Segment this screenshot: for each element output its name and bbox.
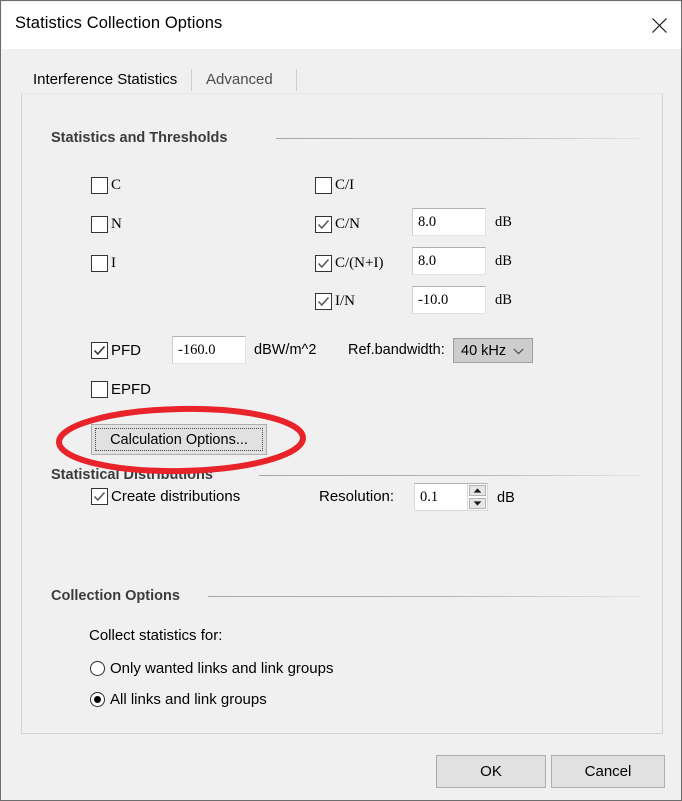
ref-bandwidth-select[interactable]: 40 kHz	[453, 338, 533, 363]
checkbox-box	[315, 255, 332, 272]
group-title-statistics-and-thresholds: Statistics and Thresholds	[51, 130, 228, 146]
window-title: Statistics Collection Options	[15, 14, 223, 32]
tab-label: Advanced	[206, 71, 273, 88]
focus-ring	[95, 428, 263, 451]
cn-threshold-input[interactable]: 8.0	[412, 208, 486, 236]
checkbox-label: PFD	[111, 342, 141, 359]
close-icon	[651, 17, 668, 34]
checkbox-i-over-n[interactable]: I/N	[315, 293, 355, 310]
checkbox-epfd[interactable]: EPFD	[91, 381, 151, 398]
tab-label: Interference Statistics	[33, 71, 178, 88]
radio-all-links[interactable]: All links and link groups	[90, 691, 267, 708]
ref-bandwidth-value: 40 kHz	[461, 342, 507, 359]
check-icon	[317, 219, 330, 230]
group-divider	[208, 596, 641, 597]
checkbox-box	[91, 216, 108, 233]
checkbox-label: C	[111, 177, 122, 193]
tab-strip: Interference Statistics Advanced	[21, 65, 663, 94]
cancel-button[interactable]: Cancel	[551, 755, 665, 788]
checkbox-c[interactable]: C	[91, 177, 121, 194]
radio-label: Only wanted links and link groups	[110, 660, 334, 677]
calculation-options-button[interactable]: Calculation Options...	[91, 424, 267, 455]
checkbox-box	[91, 488, 108, 505]
chevron-down-icon	[513, 343, 524, 359]
triangle-up-icon	[473, 488, 482, 493]
ref-bandwidth-label: Ref.bandwidth:	[348, 342, 445, 358]
group-divider	[259, 475, 641, 476]
checkbox-box	[315, 216, 332, 233]
checkbox-box	[91, 342, 108, 359]
resolution-label: Resolution:	[319, 488, 395, 505]
radio-indicator	[90, 661, 105, 676]
checkbox-label: I	[111, 255, 116, 271]
resolution-stepper[interactable]: 0.1	[414, 483, 488, 511]
checkbox-c-over-n-plus-i[interactable]: C/(N+I)	[315, 255, 383, 272]
check-icon	[93, 345, 106, 356]
checkbox-c-over-n[interactable]: C/N	[315, 216, 360, 233]
radio-label: All links and link groups	[110, 691, 267, 708]
checkbox-box	[91, 255, 108, 272]
cni-threshold-unit: dB	[495, 253, 512, 269]
stepper-buttons	[467, 484, 487, 510]
button-label: Cancel	[584, 763, 632, 780]
group-title-statistical-distributions: Statistical Distributions	[51, 467, 213, 483]
checkbox-box	[315, 293, 332, 310]
checkbox-label: Create distributions	[111, 488, 241, 505]
check-icon	[93, 491, 106, 502]
cni-threshold-input[interactable]: 8.0	[412, 247, 486, 275]
checkbox-box	[315, 177, 332, 194]
pfd-threshold-input[interactable]: -160.0	[172, 336, 246, 364]
checkbox-label: C/I	[335, 177, 355, 193]
in-threshold-unit: dB	[495, 292, 512, 308]
resolution-value: 0.1	[420, 488, 439, 505]
in-threshold-input[interactable]: -10.0	[412, 286, 486, 314]
tab-advanced[interactable]: Advanced	[194, 65, 285, 94]
checkbox-i[interactable]: I	[91, 255, 116, 272]
checkbox-box	[91, 177, 108, 194]
collect-statistics-prompt: Collect statistics for:	[89, 627, 223, 644]
triangle-down-icon	[473, 501, 482, 506]
close-button[interactable]	[636, 2, 681, 48]
checkbox-label: EPFD	[111, 381, 152, 398]
button-label: OK	[480, 763, 502, 780]
tab-separator	[191, 69, 192, 91]
tab-separator	[296, 69, 297, 91]
group-title-collection-options: Collection Options	[51, 588, 180, 604]
checkbox-create-distributions[interactable]: Create distributions	[91, 488, 240, 505]
checkbox-label: N	[111, 216, 122, 232]
checkbox-n[interactable]: N	[91, 216, 122, 233]
checkbox-box	[91, 381, 108, 398]
group-divider	[276, 138, 641, 139]
checkbox-label: C/(N+I)	[335, 255, 384, 271]
checkbox-label: C/N	[335, 216, 361, 232]
radio-only-wanted-links[interactable]: Only wanted links and link groups	[90, 660, 333, 677]
checkbox-pfd[interactable]: PFD	[91, 342, 141, 359]
cn-threshold-unit: dB	[495, 214, 512, 230]
check-icon	[317, 258, 330, 269]
check-icon	[317, 296, 330, 307]
title-bar: Statistics Collection Options	[2, 2, 681, 49]
checkbox-c-over-i[interactable]: C/I	[315, 177, 354, 194]
stepper-down-button[interactable]	[469, 498, 486, 509]
pfd-threshold-unit: dBW/m^2	[254, 342, 317, 358]
stepper-up-button[interactable]	[469, 485, 486, 496]
resolution-unit: dB	[497, 490, 515, 506]
tab-interference-statistics[interactable]: Interference Statistics	[21, 65, 190, 94]
checkbox-label: I/N	[335, 293, 355, 309]
radio-indicator	[90, 692, 105, 707]
ok-button[interactable]: OK	[436, 755, 546, 788]
statistics-collection-options-dialog: Statistics Collection Options Interferen…	[0, 0, 682, 801]
